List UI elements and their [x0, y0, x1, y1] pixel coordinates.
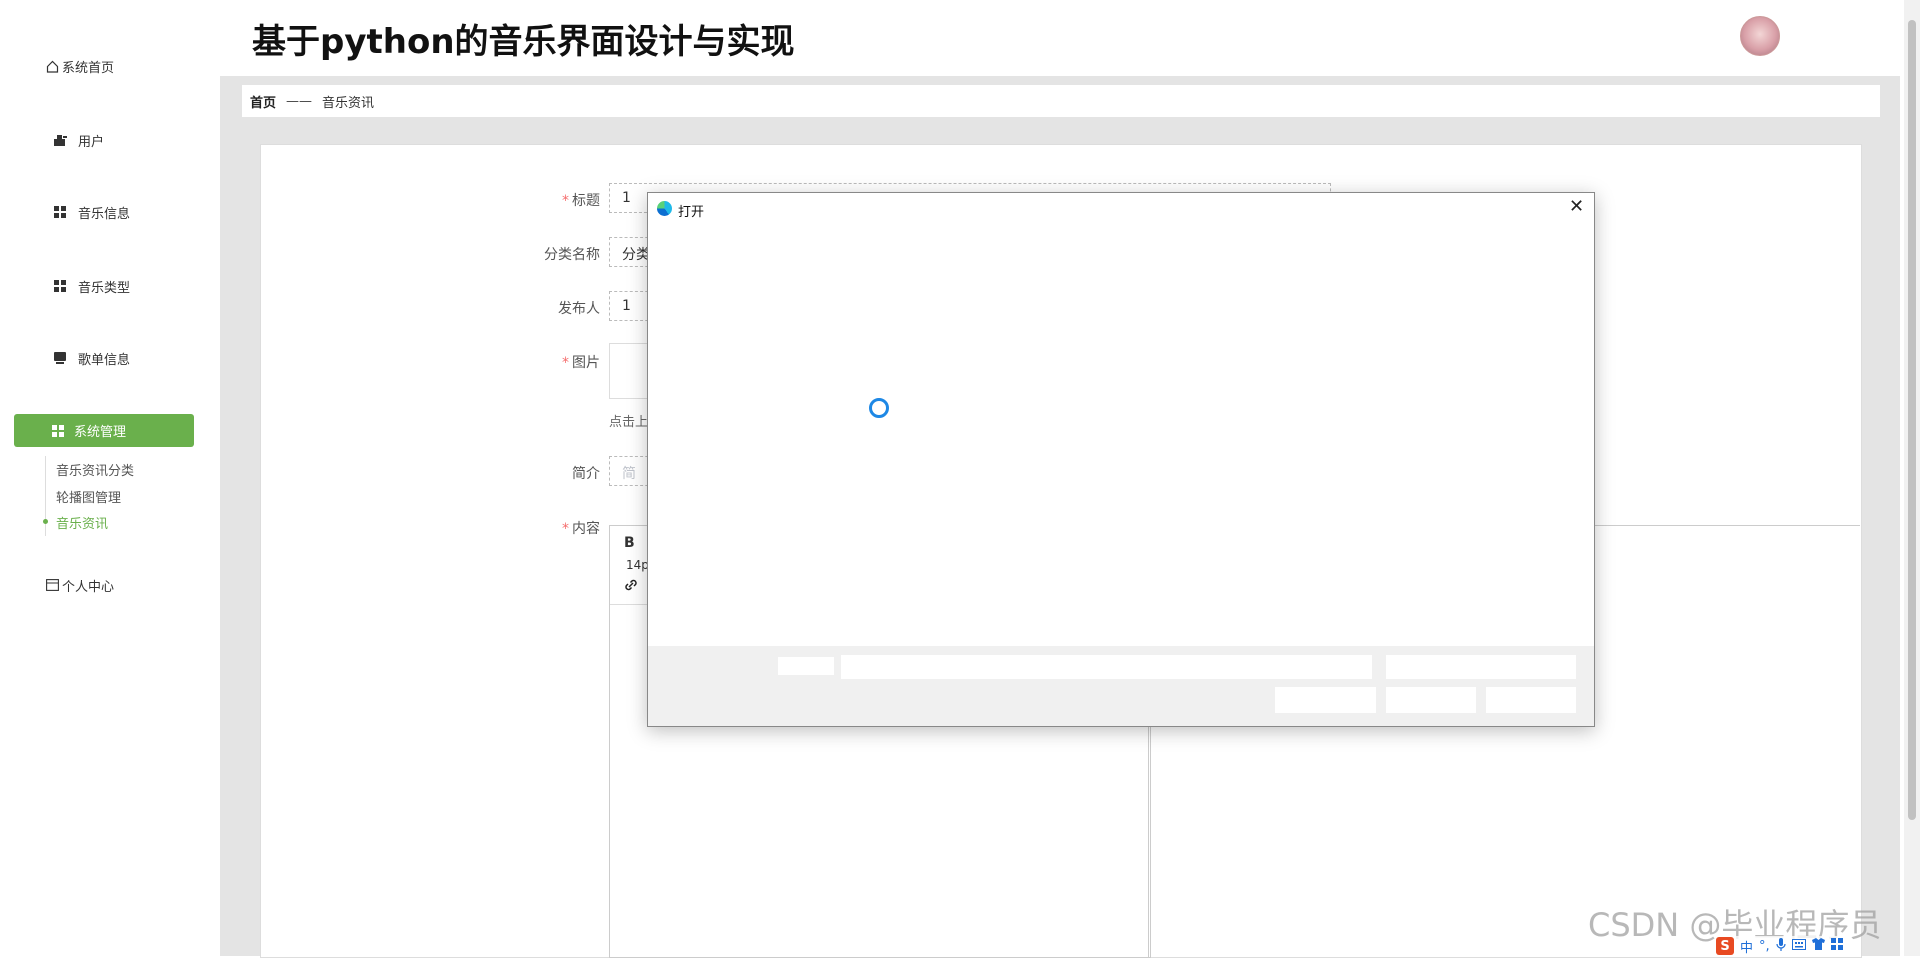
image-label: * 图片	[562, 355, 600, 371]
intro-label: 简介	[572, 466, 600, 482]
sidebar: 系统首页 用户 音乐信息 音乐类型 歌单信息 系统管理 音乐资讯分类 轮播图管理	[0, 0, 220, 956]
close-icon[interactable]: ✕	[1569, 197, 1584, 217]
filename-label-placeholder	[778, 657, 834, 675]
app-title: 基于python的音乐界面设计与实现	[252, 22, 795, 62]
sidebar-item-label: 音乐类型	[78, 280, 131, 296]
skin-icon[interactable]	[1811, 938, 1825, 954]
sidebar-item-label: 系统首页	[62, 60, 115, 76]
avatar[interactable]	[1740, 16, 1780, 56]
home-icon	[44, 58, 60, 74]
header: 基于python的音乐界面设计与实现	[220, 0, 1900, 76]
sidebar-item-label: 个人中心	[62, 579, 115, 595]
submenu-item-music-news[interactable]: 音乐资讯	[56, 513, 108, 532]
link-icon[interactable]	[624, 578, 638, 596]
card-icon	[44, 577, 60, 593]
open-button[interactable]	[1386, 687, 1476, 713]
mic-icon[interactable]	[1776, 937, 1786, 955]
grid-icon	[52, 278, 68, 294]
open-file-dialog: 打开 ✕	[647, 192, 1595, 727]
grid-icon	[52, 424, 64, 437]
title-label: * 标题	[562, 193, 600, 209]
file-type-select[interactable]	[1386, 655, 1576, 679]
sidebar-item-label: 用户	[78, 134, 105, 150]
sidebar-item-label: 歌单信息	[78, 352, 131, 368]
page-scrollbar[interactable]	[1904, 0, 1920, 956]
submenu-item-music-news-category[interactable]: 音乐资讯分类	[56, 460, 134, 479]
breadcrumb-home[interactable]: 首页	[250, 92, 276, 111]
list-icon	[52, 350, 68, 366]
submenu-item-carousel[interactable]: 轮播图管理	[56, 487, 121, 506]
cancel-button[interactable]	[1486, 687, 1576, 713]
edge-logo-icon	[657, 201, 672, 216]
filename-input[interactable]	[841, 655, 1372, 679]
required-mark: *	[562, 193, 569, 209]
upload-tip: 点击上	[609, 415, 649, 430]
toolbox-icon[interactable]	[1830, 938, 1843, 954]
dialog-title: 打开	[678, 205, 705, 220]
sidebar-item-music-type[interactable]: 音乐类型	[0, 268, 272, 304]
active-dot	[43, 519, 48, 524]
user-icon	[52, 132, 68, 148]
ime-toolbar: S 中 °,	[1716, 936, 1843, 956]
keyboard-icon[interactable]	[1791, 938, 1806, 954]
dialog-footer	[648, 646, 1594, 726]
sidebar-item-music-info[interactable]: 音乐信息	[0, 194, 272, 230]
breadcrumb-separator: ——	[286, 93, 313, 109]
breadcrumb-current: 音乐资讯	[322, 95, 375, 111]
sidebar-item-profile[interactable]: 个人中心	[0, 567, 264, 603]
submenu-system-manage: 音乐资讯分类 轮播图管理 音乐资讯	[43, 456, 134, 536]
sidebar-item-user[interactable]: 用户	[0, 122, 272, 158]
breadcrumb: 首页 —— 音乐资讯	[242, 85, 1880, 117]
category-label: 分类名称	[544, 247, 600, 263]
sidebar-item-playlist[interactable]: 歌单信息	[0, 340, 272, 376]
sidebar-item-system-manage[interactable]: 系统管理	[14, 414, 194, 447]
sidebar-item-label: 系统管理	[74, 425, 127, 440]
font-size-select[interactable]: 14p	[626, 558, 649, 572]
sogou-logo-icon[interactable]: S	[1716, 937, 1734, 955]
publisher-label: 发布人	[558, 301, 600, 317]
grid-icon	[52, 204, 68, 220]
sidebar-item-label: 音乐信息	[78, 206, 131, 222]
scrollbar-thumb[interactable]	[1908, 20, 1916, 820]
tools-button[interactable]	[1275, 687, 1376, 713]
ime-lang[interactable]: 中	[1740, 937, 1753, 956]
bold-button[interactable]: B	[624, 535, 635, 551]
content-label: * 内容	[562, 521, 600, 537]
loading-spinner-icon	[869, 398, 889, 418]
ime-punct[interactable]: °,	[1759, 939, 1770, 954]
